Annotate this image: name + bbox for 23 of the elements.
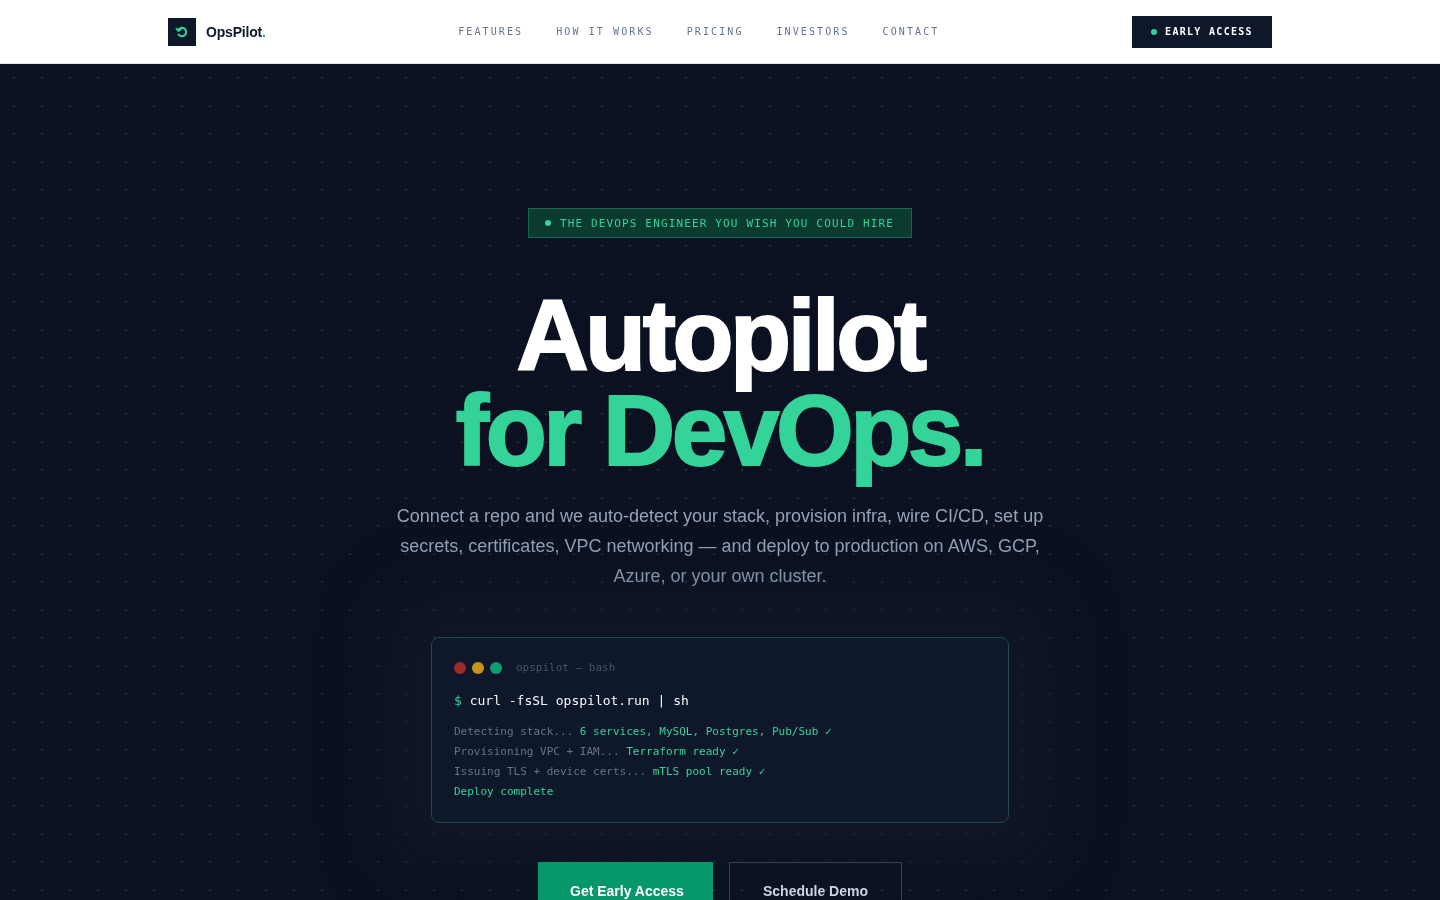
terminal-output-line: Deploy complete bbox=[454, 784, 555, 800]
schedule-demo-button[interactable]: Schedule Demo bbox=[729, 862, 902, 900]
tagline-text: THE DEVOPS ENGINEER YOU WISH YOU COULD HIRE bbox=[559, 216, 895, 230]
window-control-icon[interactable] bbox=[472, 662, 484, 674]
terminal-output-line: Issuing TLS + device certs... mTLS pool ready ✓ bbox=[454, 764, 767, 780]
nav-link[interactable]: FEATURES bbox=[458, 26, 524, 37]
early-access-button[interactable]: EARLY ACCESS bbox=[1132, 15, 1272, 48]
hero-subtitle: Connect a repo and we auto-detect your stack, provision infra, wire CI/CD, set up secrets, certificates, VPC networking — and deploy to production on AWS, GCP, Azure, or your own cluster. bbox=[395, 505, 1045, 588]
nav-link[interactable]: CONTACT bbox=[882, 26, 940, 37]
status-dot-icon bbox=[544, 220, 551, 226]
nav-link[interactable]: PRICING bbox=[686, 26, 744, 37]
terminal-output-line: Provisioning VPC + IAM... Terraform ready ✓ bbox=[454, 744, 740, 760]
brand-name[interactable]: OpsPilot. bbox=[206, 23, 266, 40]
status-dot-icon bbox=[1151, 28, 1158, 35]
hero-title: Autopilot for DevOps. bbox=[454, 284, 986, 488]
nav-link[interactable]: INVESTORS bbox=[776, 26, 850, 37]
nav-link[interactable]: HOW IT WORKS bbox=[556, 26, 654, 37]
get-early-access-button[interactable]: Get Early Access bbox=[538, 862, 713, 900]
terminal-output-line: Detecting stack... 6 services, MySQL, Postgres, Pub/Sub ✓ bbox=[454, 724, 833, 740]
window-control-icon[interactable] bbox=[490, 662, 502, 674]
terminal-command: $ curl -fsSL opspilot.run | sh bbox=[454, 692, 690, 710]
logo-icon bbox=[168, 17, 196, 46]
terminal-title: opspilot — bash bbox=[516, 662, 616, 674]
